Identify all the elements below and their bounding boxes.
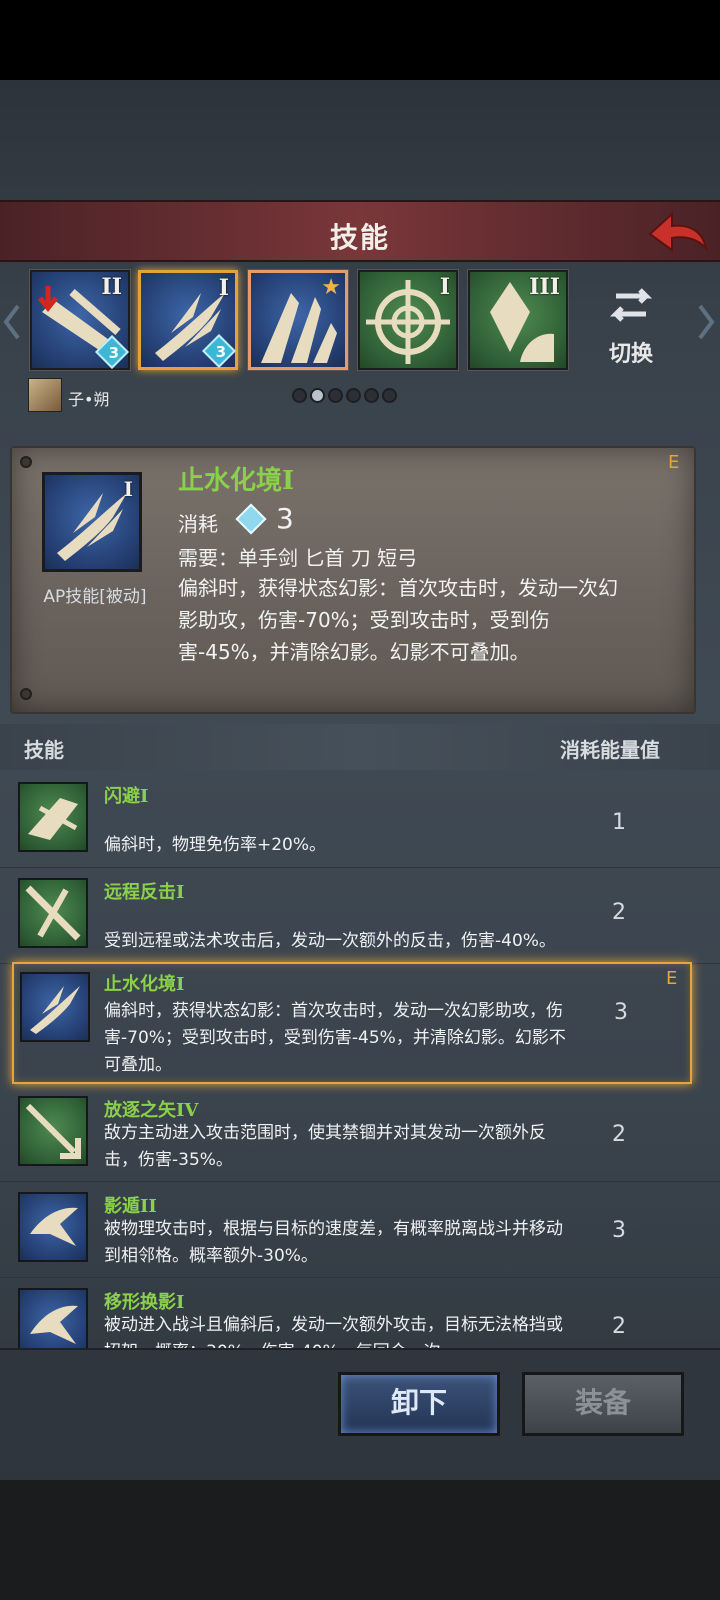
column-energy-cost: 消耗能量值 xyxy=(560,738,660,762)
skill-slot-1-level: II xyxy=(101,274,122,300)
skill-slot-4[interactable]: I xyxy=(358,270,458,370)
skill-cost: 2 xyxy=(612,900,626,925)
shift-skill-icon xyxy=(30,1305,78,1344)
skill-name: 移形换影I xyxy=(104,1292,185,1313)
skill-row[interactable]: 远程反击I 受到远程或法术攻击后，发动一次额外的反击，伤害-40%。 2 xyxy=(0,868,720,964)
skill-slot-2-level: I xyxy=(218,275,229,301)
skill-icon xyxy=(18,1192,88,1262)
skill-name: 止水化境I xyxy=(104,974,185,995)
skill-list-header: 技能 消耗能量值 xyxy=(0,724,720,770)
arrow-skill-icon xyxy=(25,1103,81,1159)
skill-grade: E xyxy=(668,452,680,473)
skill-cost: 1 xyxy=(612,810,626,835)
column-skill: 技能 xyxy=(24,738,64,762)
skill-name: 放逐之矢IV xyxy=(104,1100,199,1121)
skill-slot-5-level: III xyxy=(529,274,560,300)
page-dot xyxy=(346,388,361,403)
skill-icon xyxy=(18,878,88,948)
hero-name: 子•朔 xyxy=(68,390,110,409)
switch-button[interactable]: 切换 xyxy=(596,280,666,370)
equip-button[interactable]: 装备 xyxy=(522,1372,684,1436)
skill-name: 远程反击I xyxy=(104,882,185,903)
dodge-skill-icon xyxy=(28,798,78,840)
rivet xyxy=(20,456,32,468)
skill-desc: 敌方主动进入攻击范围时，使其禁锢并对其发动一次额外反击，伤害-35%。 xyxy=(104,1123,546,1170)
skill-slot-4-level: I xyxy=(439,274,450,300)
skill-slot-2[interactable]: I 3 xyxy=(138,270,238,370)
skill-name: 影遁II xyxy=(104,1196,157,1217)
skill-row[interactable]: 放逐之矢IV 敌方主动进入攻击范围时，使其禁锢并对其发动一次额外反击，伤害-35… xyxy=(0,1086,720,1182)
swap-arrows-icon xyxy=(609,288,653,322)
skill-detail-card: I AP技能[被动] 止水化境I E 消耗 3 需要：单手剑 匕首 刀 短弓 偏… xyxy=(10,446,696,714)
scroll-right-button[interactable] xyxy=(696,302,716,342)
cost-value: 3 xyxy=(276,502,294,535)
back-arrow-icon xyxy=(648,211,708,252)
counter-skill-icon xyxy=(25,885,81,941)
back-button[interactable] xyxy=(644,208,710,258)
skill-desc: 受到远程或法术攻击后，发动一次额外的反击，伤害-40%。 xyxy=(104,931,556,951)
scroll-left-button[interactable] xyxy=(2,302,22,342)
skill-cost: 3 xyxy=(614,1000,628,1025)
skill-cost: 2 xyxy=(612,1314,626,1339)
equipped-skill-strip: II 3 I 3 ★ I III 切换 子•朔 xyxy=(0,262,720,432)
skill-row[interactable]: 移形换影I 被动进入战斗且偏斜后，发动一次额外攻击，目标无法格挡或招架，概率：3… xyxy=(0,1278,720,1348)
skill-icon xyxy=(18,1288,88,1348)
skill-slot-5[interactable]: III xyxy=(468,270,568,370)
skill-row-selected[interactable]: 止水化境I E 偏斜时，获得状态幻影：首次攻击时，发动一次幻影助攻，伤害-70%… xyxy=(12,962,692,1084)
skill-desc: 被动进入战斗且偏斜后，发动一次额外攻击，目标无法格挡或招架，概率：30%，伤害-… xyxy=(104,1315,563,1348)
title-bar: 技能 xyxy=(0,200,720,262)
shadow-skill-icon xyxy=(30,1207,78,1246)
page-dot xyxy=(364,388,379,403)
skill-type-label: AP技能[被动] xyxy=(43,587,147,607)
skill-desc: 偏斜时，物理免伤率+20%。 xyxy=(104,835,327,855)
skill-description: 偏斜时，获得状态幻影：首次攻击时，发动一次幻影助攻，伤害-70%；受到攻击时，受… xyxy=(178,576,618,664)
skill-desc: 偏斜时，获得状态幻影：首次攻击时，发动一次幻影助攻，伤害-70%；受到攻击时，受… xyxy=(104,1001,566,1075)
bottom-area xyxy=(0,1480,720,1600)
skill-icon xyxy=(18,782,88,852)
skill-slot-2-gem: 3 xyxy=(215,343,226,361)
star-icon: ★ xyxy=(321,275,341,300)
skill-slot-1-gem: 3 xyxy=(108,344,119,362)
skill-cost: 2 xyxy=(612,1122,626,1147)
chevron-right-icon xyxy=(698,304,715,340)
claw-skill-icon xyxy=(30,986,80,1034)
skill-slot-3[interactable]: ★ xyxy=(248,270,348,370)
page-dot xyxy=(292,388,307,403)
skill-row[interactable]: 闪避I 偏斜时，物理免伤率+20%。 1 xyxy=(0,772,720,868)
chevron-left-icon xyxy=(3,304,20,340)
status-bar-area xyxy=(0,0,720,80)
detail-skill-name: 止水化境I xyxy=(178,466,295,496)
skill-cost: 3 xyxy=(612,1218,626,1243)
detail-skill-icon: I xyxy=(42,472,142,572)
skill-list[interactable]: 闪避I 偏斜时，物理免伤率+20%。 1 远程反击I 受到远程或法术攻击后，发动… xyxy=(0,772,720,1348)
avatar xyxy=(28,378,62,412)
skill-name: 闪避I xyxy=(104,786,149,807)
weapon-requirement: 需要：单手剑 匕首 刀 短弓 xyxy=(178,546,418,570)
rivet xyxy=(20,688,32,700)
page-dot-active xyxy=(310,388,325,403)
cost-label: 消耗 xyxy=(178,512,218,536)
detail-skill-level: I xyxy=(123,477,133,501)
page-dot xyxy=(382,388,397,403)
skill-slot-1[interactable]: II 3 xyxy=(30,270,130,370)
skill-row[interactable]: 影遁II 被物理攻击时，根据与目标的速度差，有概率脱离战斗并移动到相邻格。概率额… xyxy=(0,1182,720,1278)
action-bar: 卸下 装备 xyxy=(0,1348,720,1448)
page-indicator xyxy=(292,388,400,407)
skill-desc: 被物理攻击时，根据与目标的速度差，有概率脱离战斗并移动到相邻格。概率额外-30%… xyxy=(104,1219,563,1266)
switch-label: 切换 xyxy=(608,342,653,367)
page-title: 技能 xyxy=(329,221,390,254)
page-dot xyxy=(328,388,343,403)
energy-gem-icon xyxy=(235,503,267,535)
unequip-button[interactable]: 卸下 xyxy=(338,1372,500,1436)
skill-icon xyxy=(20,972,90,1042)
skill-icon xyxy=(18,1096,88,1166)
skill-grade: E xyxy=(666,968,678,989)
